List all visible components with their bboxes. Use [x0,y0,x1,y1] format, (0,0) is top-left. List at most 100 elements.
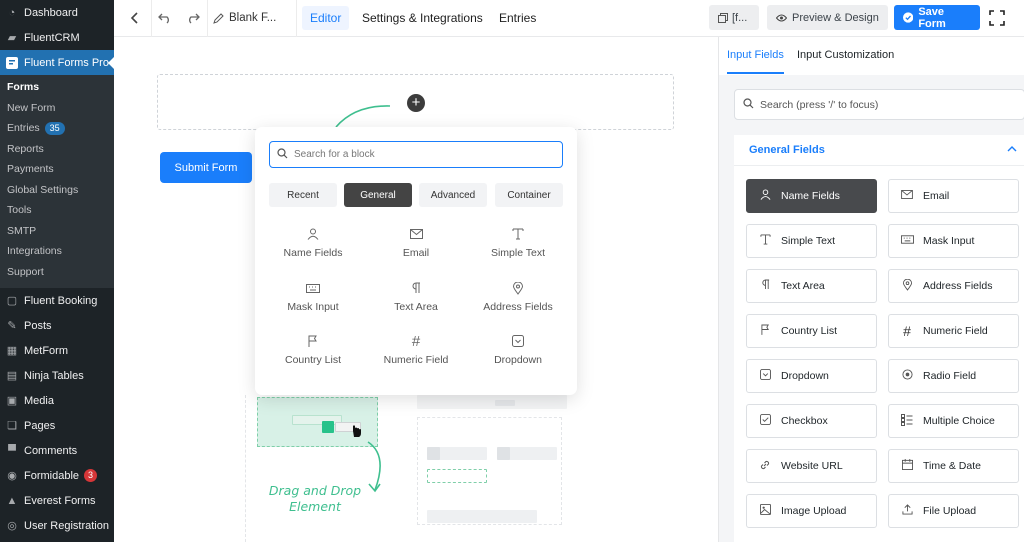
tab-general[interactable]: General [344,183,412,207]
field-country-list[interactable]: Country List [746,314,877,348]
block-label: Numeric Field [383,354,449,366]
menu-posts[interactable]: ✎ Posts [0,313,114,338]
submit-form-button[interactable]: Submit Form [160,152,252,183]
chevron-up-icon [1007,143,1017,155]
menu-comments[interactable]: ▀ Comments [0,438,114,463]
submenu-support[interactable]: Support [0,262,114,283]
menu-dashboard[interactable]: ◔ Dashboard [0,0,114,25]
submenu-smtp[interactable]: SMTP [0,221,114,242]
preview-design-button[interactable]: Preview & Design [767,5,888,30]
field-label: Name Fields [781,190,840,202]
caption-line-1: Drag and Drop [268,483,362,498]
field-simple-text[interactable]: Simple Text [746,224,877,258]
field-multiple-choice[interactable]: Multiple Choice [888,404,1019,438]
fluentcrm-icon: ▰ [7,32,17,44]
tab-container[interactable]: Container [495,183,563,207]
chevron-left-icon [130,12,138,24]
field-search-input[interactable]: Search (press '/' to focus) [734,89,1024,120]
back-button[interactable] [124,6,146,30]
placeholder-bar [417,395,567,409]
menu-metform[interactable]: ▦ MetForm [0,338,114,363]
tab-input-customization[interactable]: Input Customization [797,49,894,61]
shortcode-button[interactable]: [f... [709,5,759,30]
submenu-entries[interactable]: Entries 35 [0,118,114,139]
submenu-new-form[interactable]: New Form [0,98,114,119]
submenu-global-settings[interactable]: Global Settings [0,180,114,201]
field-label: Multiple Choice [923,415,995,427]
menu-media[interactable]: ▣ Media [0,388,114,413]
field-image-upload[interactable]: Image Upload [746,494,877,528]
tab-recent[interactable]: Recent [269,183,337,207]
toolbar-divider [151,0,152,37]
block-name-fields[interactable]: Name Fields [263,225,363,259]
block-text-area[interactable]: Text Area [366,279,466,313]
eye-icon [776,14,787,21]
fluent-booking-icon: ▢ [6,295,18,307]
menu-label: Everest Forms [24,494,96,507]
block-email[interactable]: Email [366,225,466,259]
menu-user-registration[interactable]: ◎ User Registration [0,513,114,538]
block-search-input[interactable]: Search for a block [269,141,563,168]
save-label: Save Form [918,5,946,30]
field-checkbox[interactable]: Checkbox [746,404,877,438]
block-dropdown[interactable]: Dropdown [468,332,568,366]
field-file-upload[interactable]: File Upload [888,494,1019,528]
metform-icon: ▦ [6,345,18,357]
search-icon [277,147,288,162]
tab-input-fields[interactable]: Input Fields [727,49,784,61]
tab-entries[interactable]: Entries [491,6,544,30]
calendar-icon [900,459,914,473]
field-radio-field[interactable]: Radio Field [888,359,1019,393]
field-text-area[interactable]: Text Area [746,269,877,303]
undo-button[interactable] [154,6,176,30]
submenu-tools[interactable]: Tools [0,200,114,221]
block-mask-input[interactable]: Mask Input [263,279,363,313]
save-form-button[interactable]: Save Form [894,5,980,30]
submenu-payments[interactable]: Payments [0,159,114,180]
search-icon [743,97,754,112]
field-time-date[interactable]: Time & Date [888,449,1019,483]
block-country-list[interactable]: Country List [263,332,363,366]
submenu-integrations[interactable]: Integrations [0,241,114,262]
formidable-count-badge: 3 [84,469,98,482]
tab-settings-integrations[interactable]: Settings & Integrations [354,6,491,30]
tab-editor[interactable]: Editor [302,6,350,30]
tab-advanced[interactable]: Advanced [419,183,487,207]
field-mask-input[interactable]: Mask Input [888,224,1019,258]
redo-button[interactable] [182,6,204,30]
menu-fluent-forms-pro[interactable]: Fluent Forms Pro [0,50,114,75]
fullscreen-button[interactable] [986,6,1008,30]
submenu-forms[interactable]: Forms [0,77,114,98]
add-field-button[interactable]: + [407,94,425,112]
submenu-reports[interactable]: Reports [0,139,114,160]
placeholder-bar [427,510,537,523]
menu-ninja-tables[interactable]: ▤ Ninja Tables [0,363,114,388]
menu-formidable[interactable]: ◉ Formidable 3 [0,463,114,488]
menu-everest-forms[interactable]: ▲ Everest Forms [0,488,114,513]
field-address-fields[interactable]: Address Fields [888,269,1019,303]
menu-label: Comments [24,444,78,457]
general-fields-header[interactable]: General Fields [734,135,1024,166]
menu-fluent-booking[interactable]: ▢ Fluent Booking [0,288,114,313]
fields-panel: Input Fields Input Customization Search … [718,37,1024,542]
form-title-button[interactable]: Blank F... [213,6,293,30]
menu-label: FluentCRM [24,31,80,44]
menu-fluentcrm[interactable]: ▰ FluentCRM [0,25,114,50]
field-website-url[interactable]: Website URL [746,449,877,483]
map-pin-icon [468,279,568,297]
media-icon: ▣ [6,395,18,407]
field-dropdown[interactable]: Dropdown [746,359,877,393]
menu-pages[interactable]: ❏ Pages [0,413,114,438]
block-numeric-field[interactable]: # Numeric Field [366,332,466,367]
field-label: Text Area [781,280,825,292]
pages-icon: ❏ [7,420,17,432]
field-label: Address Fields [923,280,993,292]
hash-icon: # [411,332,421,350]
block-address-fields[interactable]: Address Fields [468,279,568,313]
field-email[interactable]: Email [888,179,1019,213]
block-label: Dropdown [494,354,542,366]
block-simple-text[interactable]: Simple Text [468,225,568,259]
field-label: File Upload [923,505,977,517]
field-numeric-field[interactable]: # Numeric Field [888,314,1019,348]
field-name-fields[interactable]: Name Fields [746,179,877,213]
